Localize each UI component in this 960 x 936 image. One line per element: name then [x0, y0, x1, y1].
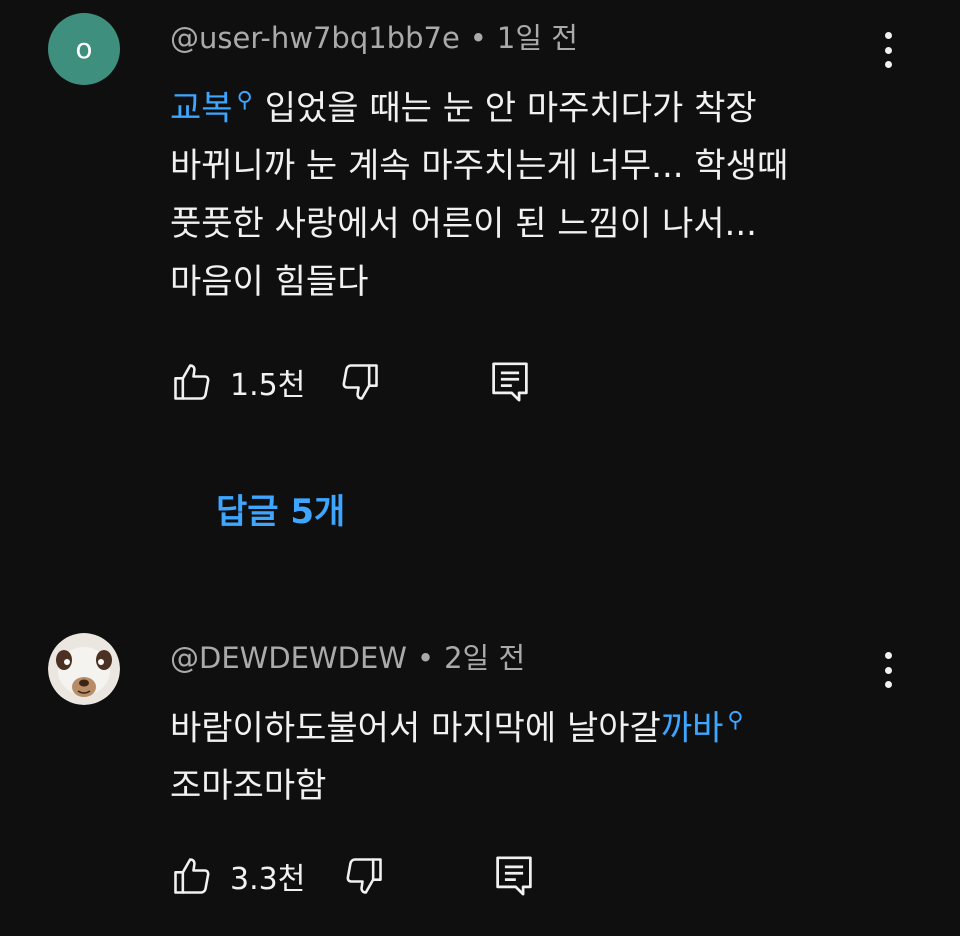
thumbs-up-icon — [174, 364, 210, 400]
view-replies-button[interactable]: 답글 5개 — [216, 487, 345, 537]
reply-button[interactable] — [490, 358, 530, 406]
comment-line: 마음이 힘들다 — [170, 262, 369, 303]
thumbs-down-icon — [342, 364, 378, 400]
comment-line: 조마조마함 — [170, 766, 327, 807]
comment-text: 바람이하도불어서 마지막에 날아갈까바 ⚲ 조마조마함 — [170, 692, 910, 815]
comment-text: 교복 ⚲ 입었을 때는 눈 안 마주치다가 착장 바뀌니까 눈 계속 마주치는게 너… — [170, 72, 910, 311]
hashtag-link[interactable]: 까바 — [661, 708, 724, 748]
comment-line: 바뀌니까 눈 계속 마주치는게 너무... 학생때 — [170, 146, 789, 187]
reply-button[interactable] — [494, 852, 534, 900]
hashtag-link[interactable]: 교복 — [170, 88, 233, 128]
comment-actions: 1.5천 — [170, 358, 570, 406]
meta-separator: • — [416, 641, 435, 675]
meta-separator: • — [469, 21, 487, 55]
comment-line: 풋풋한 사랑에서 어른이 된 느낌이 나서... — [170, 204, 757, 245]
comment-line: 바람이하도불어서 마지막에 날아갈 — [170, 708, 661, 749]
avatar-letter: o — [75, 32, 93, 65]
avatar[interactable] — [48, 633, 120, 705]
more-options-icon[interactable] — [872, 648, 904, 692]
avatar[interactable]: o — [48, 13, 120, 85]
comment-meta: @DEWDEWDEW • 2일 전 — [170, 638, 525, 678]
thumbs-up-icon — [174, 858, 210, 894]
more-options-icon[interactable] — [872, 28, 904, 72]
comment-actions: 3.3천 — [170, 852, 570, 900]
thumbs-down-icon — [346, 858, 382, 894]
comment-line: 입었을 때는 눈 안 마주치다가 착장 — [264, 88, 757, 129]
comment-icon — [492, 362, 528, 402]
search-icon: ⚲ — [236, 88, 253, 113]
author-name[interactable]: @user-hw7bq1bb7e — [170, 21, 460, 55]
like-count: 1.5천 — [230, 368, 306, 403]
like-count: 3.3천 — [230, 862, 306, 897]
author-name[interactable]: @DEWDEWDEW — [170, 641, 407, 675]
bear-mask-avatar-icon — [48, 633, 120, 705]
like-button[interactable]: 1.5천 — [170, 358, 305, 406]
comment-icon — [496, 856, 532, 896]
dislike-button[interactable] — [338, 358, 382, 406]
comment-time[interactable]: 2일 전 — [444, 641, 525, 675]
comment-time[interactable]: 1일 전 — [497, 21, 578, 55]
search-icon: ⚲ — [727, 708, 744, 733]
comment-meta: @user-hw7bq1bb7e • 1일 전 — [170, 18, 578, 58]
like-button[interactable]: 3.3천 — [170, 852, 305, 900]
dislike-button[interactable] — [342, 852, 386, 900]
